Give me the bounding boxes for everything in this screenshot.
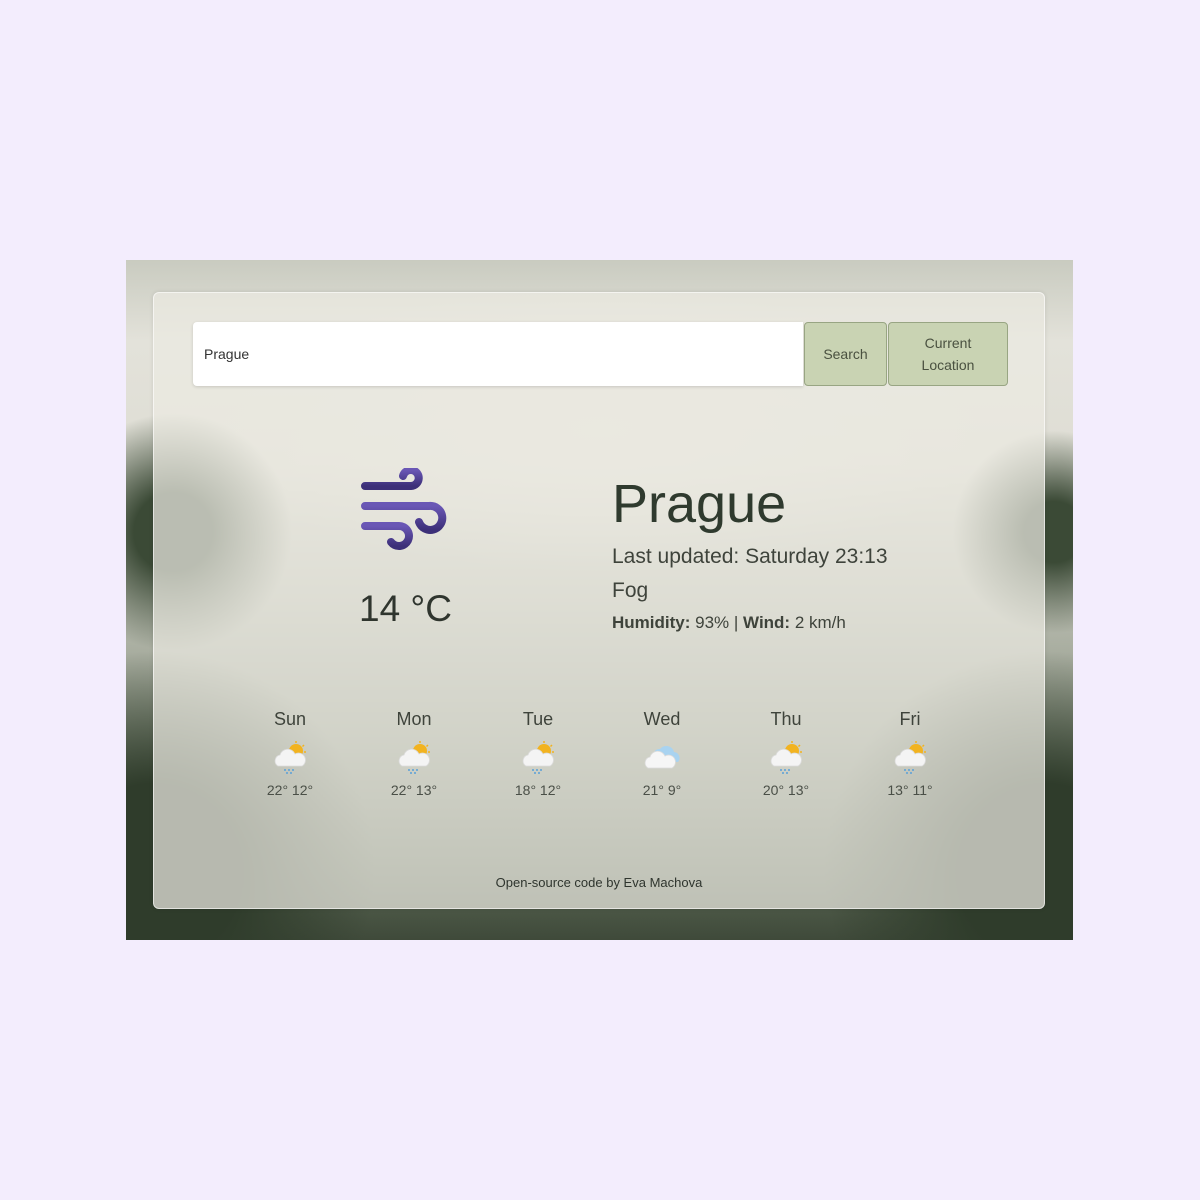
search-button[interactable]: Search	[804, 322, 887, 386]
day-temperatures: 13° 11°	[887, 782, 933, 798]
humidity-value: 93%	[695, 613, 730, 632]
partly-cloudy-rain-icon	[855, 740, 965, 776]
partly-cloudy-rain-icon	[359, 740, 469, 776]
background-photo: Search Current Location 14 °C Prague Last…	[126, 260, 1073, 940]
forecast-day: Thu 20° 13°	[731, 709, 841, 798]
location-label-line1: Current	[924, 335, 972, 351]
forecast-day: Mon 22° 13°	[359, 709, 469, 798]
day-name: Sun	[273, 709, 307, 729]
day-name: Tue	[522, 709, 554, 729]
separator: |	[733, 613, 739, 632]
location-label-line2: Location	[921, 357, 975, 373]
day-temperatures: 22° 13°	[390, 782, 438, 798]
last-updated: Last updated: Saturday 23:13	[612, 545, 888, 568]
cloudy-icon	[607, 740, 717, 776]
footer-credit: Open-source code by Eva Machova	[495, 875, 703, 890]
partly-cloudy-rain-icon	[731, 740, 841, 776]
city-name: Prague	[612, 474, 787, 534]
current-location-button[interactable]: Current Location	[888, 322, 1008, 386]
wind-icon	[361, 468, 447, 550]
day-name: Mon	[396, 709, 432, 729]
wind-label: Wind:	[743, 613, 791, 632]
day-temperatures: 22° 12°	[266, 782, 314, 798]
search-form: Search Current Location	[193, 322, 1008, 386]
day-name: Fri	[899, 709, 921, 729]
forecast-day: Wed 21° 9°	[607, 709, 717, 798]
weather-card: Search Current Location 14 °C Prague Last…	[153, 292, 1045, 909]
day-temperatures: 18° 12°	[514, 782, 562, 798]
humidity-label: Humidity:	[612, 613, 691, 632]
city-search-input[interactable]	[193, 322, 803, 386]
forecast-day: Fri 13° 11°	[855, 709, 965, 798]
wind-value: 2 km/h	[794, 613, 846, 632]
day-name: Thu	[770, 709, 802, 729]
weather-details: Humidity: 93% | Wind: 2 km/h	[612, 613, 846, 633]
day-temperatures: 21° 9°	[642, 782, 682, 798]
day-name: Wed	[643, 709, 681, 729]
current-temperature: 14 °C	[359, 588, 452, 629]
forecast-day: Tue 18° 12°	[483, 709, 593, 798]
partly-cloudy-rain-icon	[235, 740, 345, 776]
partly-cloudy-rain-icon	[483, 740, 593, 776]
weather-condition: Fog	[612, 579, 649, 602]
forecast-day: Sun 22° 12°	[235, 709, 345, 798]
day-temperatures: 20° 13°	[762, 782, 810, 798]
